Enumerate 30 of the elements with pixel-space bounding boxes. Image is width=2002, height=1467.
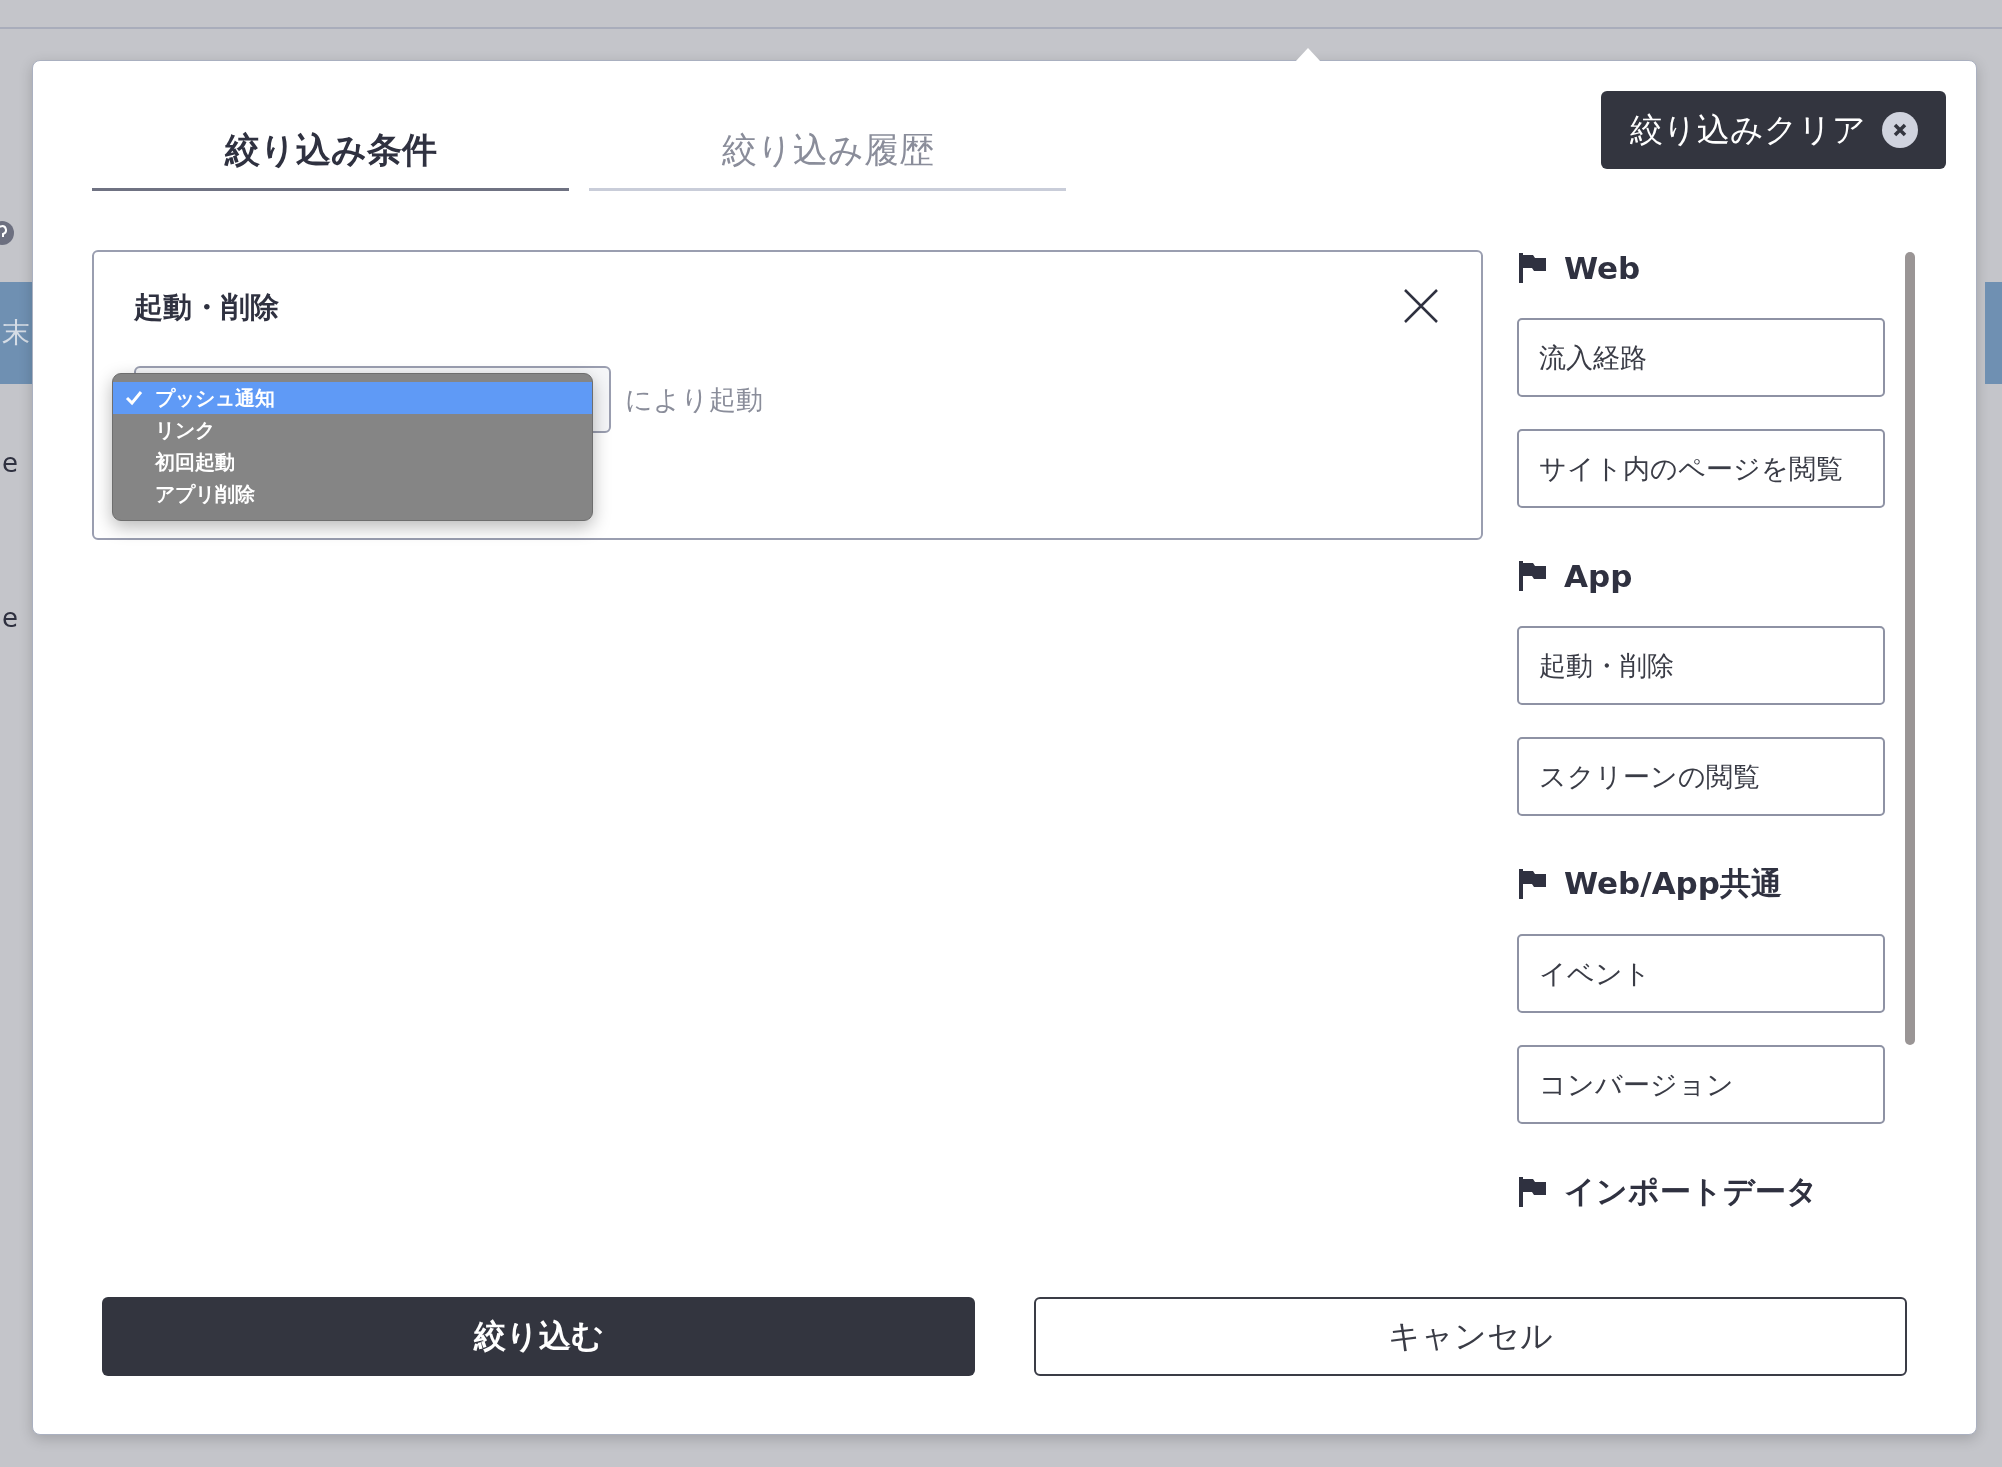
section-heading: Web — [1564, 250, 1641, 286]
condition-title: 起動・削除 — [134, 289, 279, 326]
flag-icon — [1519, 1177, 1546, 1207]
flag-icon — [1519, 561, 1546, 591]
condition-button[interactable]: イベント — [1517, 934, 1885, 1013]
dropdown-option[interactable]: アプリ削除 — [113, 478, 592, 510]
close-icon — [1881, 112, 1918, 148]
apply-button[interactable]: 絞り込む — [102, 1297, 975, 1376]
section-heading: Web/App共通 — [1564, 864, 1782, 903]
dropdown-option[interactable]: 初回起動 — [113, 446, 592, 478]
flag-icon — [1519, 869, 1546, 899]
condition-button[interactable]: サイト内のページを閲覧 — [1517, 429, 1885, 508]
row-label: 末 — [0, 282, 32, 384]
scrollbar[interactable] — [1905, 252, 1915, 1045]
close-icon[interactable] — [1403, 288, 1439, 324]
section-heading: インポートデータ — [1564, 1172, 1818, 1211]
row-text: e — [2, 448, 18, 478]
tab[interactable]: 絞り込み条件 — [92, 119, 569, 191]
condition-button[interactable]: 起動・削除 — [1517, 626, 1885, 705]
dropdown-option[interactable]: リンク — [113, 414, 592, 446]
condition-button[interactable]: コンバージョン — [1517, 1045, 1885, 1124]
row-text: e — [2, 603, 18, 633]
condition-suffix: により起動 — [625, 382, 763, 417]
section-heading: App — [1564, 558, 1633, 594]
clear-filter-button[interactable]: 絞り込みクリア — [1601, 91, 1946, 169]
condition-button[interactable]: スクリーンの閲覧 — [1517, 737, 1885, 816]
check-icon — [125, 390, 143, 406]
cancel-button[interactable]: キャンセル — [1034, 1297, 1907, 1376]
condition-button[interactable]: 流入経路 — [1517, 318, 1885, 397]
flag-icon — [1519, 253, 1546, 283]
